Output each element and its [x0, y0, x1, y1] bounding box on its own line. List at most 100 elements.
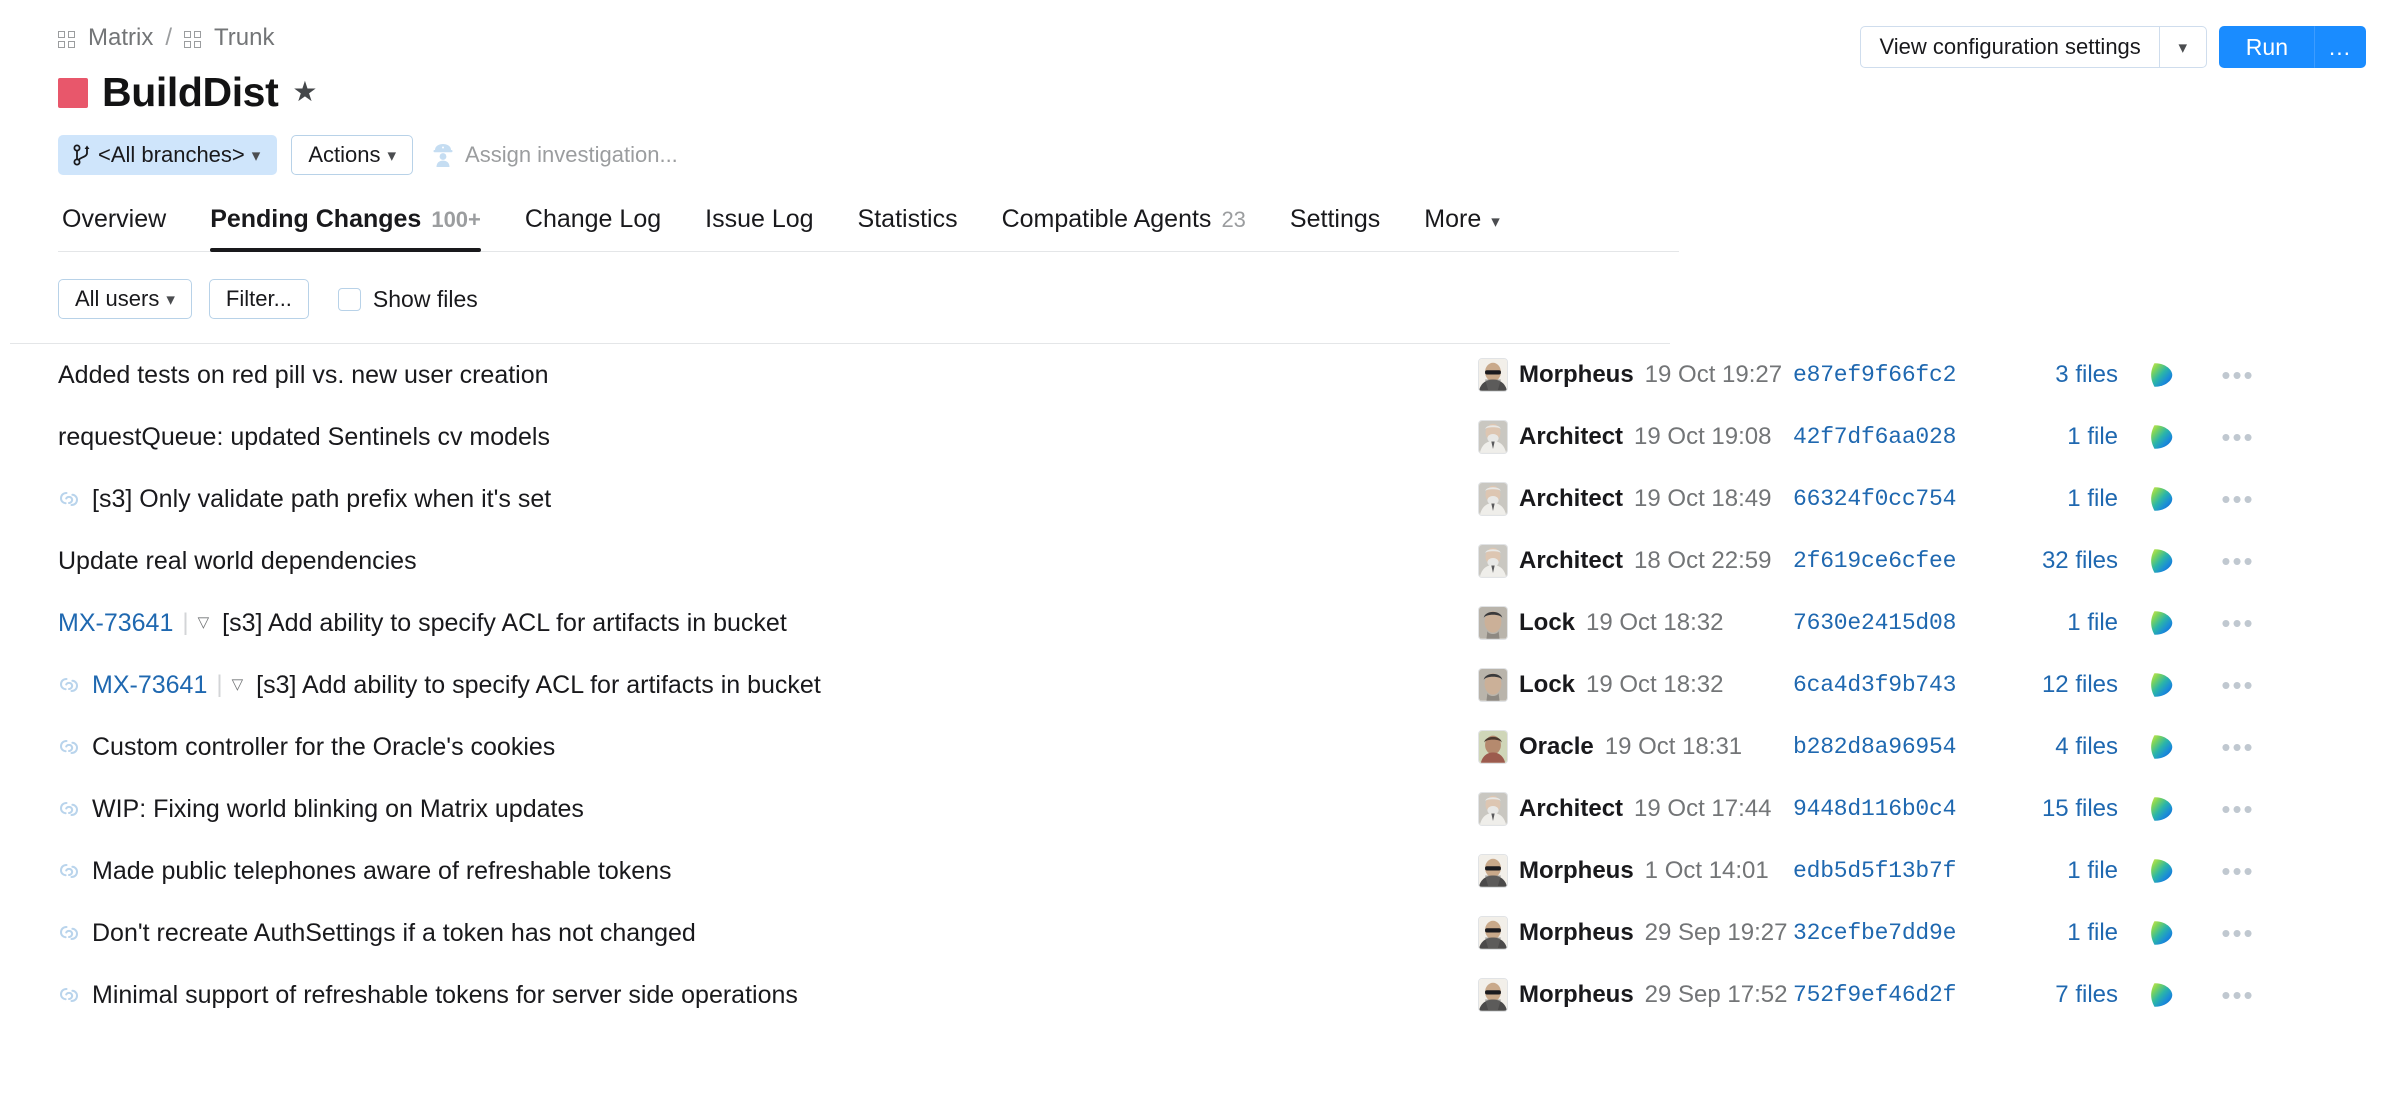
avatar [1478, 854, 1508, 888]
author-name: Architect [1519, 423, 1624, 450]
files-count-link[interactable]: 1 file [2067, 919, 2118, 946]
commit-hash-link[interactable]: 752f9ef46d2f [1793, 982, 1956, 1008]
filter-button[interactable]: Filter... [208, 279, 309, 319]
change-integration-cell[interactable] [2118, 422, 2203, 452]
favorite-star-icon[interactable]: ★ [292, 77, 317, 106]
all-users-filter-button[interactable]: All users ▾ [58, 279, 192, 319]
tab-pending-changes[interactable]: Pending Changes 100+ [188, 205, 503, 252]
row-overflow-menu-icon[interactable]: ••• [2221, 796, 2254, 822]
change-author-cell: Architect 18 Oct 22:59 [1478, 544, 1793, 578]
change-row[interactable]: Made public telephones aware of refresha… [0, 840, 2400, 902]
change-integration-cell[interactable] [2118, 546, 2203, 576]
issue-link[interactable]: MX-73641 [58, 609, 173, 638]
change-integration-cell[interactable] [2118, 794, 2203, 824]
files-count-link[interactable]: 4 files [2055, 733, 2118, 760]
files-count-link[interactable]: 1 file [2067, 423, 2118, 450]
commit-hash-link[interactable]: edb5d5f13b7f [1793, 858, 1956, 884]
branch-selector-button[interactable]: <All branches> ▾ [58, 135, 278, 175]
tab-issue-log[interactable]: Issue Log [683, 205, 835, 251]
assign-investigation-button[interactable]: Assign investigation... [431, 142, 678, 168]
change-integration-cell[interactable] [2118, 360, 2203, 390]
filter-toolbar: All users ▾ Filter... Show files [58, 279, 2400, 319]
commit-hash-link[interactable]: 9448d116b0c4 [1793, 796, 1956, 822]
commit-hash-link[interactable]: 42f7df6aa028 [1793, 424, 1956, 450]
row-overflow-menu-icon[interactable]: ••• [2221, 858, 2254, 884]
change-integration-cell[interactable] [2118, 856, 2203, 886]
row-overflow-menu-icon[interactable]: ••• [2221, 486, 2254, 512]
change-row-menu-cell: ••• [2203, 982, 2273, 1008]
change-author-cell: Morpheus 19 Oct 19:27 [1478, 358, 1793, 392]
tab-settings[interactable]: Settings [1268, 205, 1402, 251]
tab-more[interactable]: More ▾ [1402, 205, 1522, 251]
space-wedge-icon [2150, 487, 2172, 511]
commit-hash-link[interactable]: e87ef9f66fc2 [1793, 362, 1956, 388]
show-files-checkbox-wrapper[interactable]: Show files [337, 286, 478, 313]
change-description-cell: Made public telephones aware of refresha… [58, 857, 1478, 886]
files-count-link[interactable]: 1 file [2067, 857, 2118, 884]
row-overflow-menu-icon[interactable]: ••• [2221, 610, 2254, 636]
change-row[interactable]: Minimal support of refreshable tokens fo… [0, 964, 2400, 1026]
row-overflow-menu-icon[interactable]: ••• [2221, 672, 2254, 698]
tab-change-log[interactable]: Change Log [503, 205, 683, 251]
tab-label: Statistics [857, 205, 958, 233]
change-description-text: Don't recreate AuthSettings if a token h… [92, 918, 696, 947]
avatar [1478, 544, 1508, 578]
tab-compatible-agents[interactable]: Compatible Agents 23 [980, 205, 1268, 251]
row-overflow-menu-icon[interactable]: ••• [2221, 982, 2254, 1008]
row-overflow-menu-icon[interactable]: ••• [2221, 424, 2254, 450]
change-integration-cell[interactable] [2118, 608, 2203, 638]
commit-hash-link[interactable]: 66324f0cc754 [1793, 486, 1956, 512]
space-wedge-icon [2150, 673, 2172, 697]
files-count-link[interactable]: 32 files [2042, 547, 2118, 574]
change-row[interactable]: [s3] Only validate path prefix when it's… [0, 468, 2400, 530]
pending-changes-list: Added tests on red pill vs. new user cre… [0, 343, 2400, 1026]
change-row-menu-cell: ••• [2203, 796, 2273, 822]
change-row-menu-cell: ••• [2203, 858, 2273, 884]
change-integration-cell[interactable] [2118, 484, 2203, 514]
tab-label: Pending Changes [210, 205, 422, 233]
change-row[interactable]: MX-73641 | ▽ [s3] Add ability to specify AC… [0, 654, 2400, 716]
change-row-menu-cell: ••• [2203, 672, 2273, 698]
files-count-link[interactable]: 1 file [2067, 485, 2118, 512]
row-overflow-menu-icon[interactable]: ••• [2221, 920, 2254, 946]
change-row[interactable]: Don't recreate AuthSettings if a token h… [0, 902, 2400, 964]
change-row[interactable]: requestQueue: updated Sentinels cv model… [0, 406, 2400, 468]
files-count-link[interactable]: 7 files [2055, 981, 2118, 1008]
run-button[interactable]: Run [2218, 26, 2314, 68]
issue-dropdown-icon[interactable]: ▽ [232, 675, 244, 693]
files-count-link[interactable]: 12 files [2042, 671, 2118, 698]
row-overflow-menu-icon[interactable]: ••• [2221, 548, 2254, 574]
breadcrumb-root-link[interactable]: Matrix [88, 26, 153, 50]
breadcrumb-child-link[interactable]: Trunk [214, 26, 274, 50]
view-configuration-settings-button[interactable]: View configuration settings [1860, 26, 2159, 68]
issue-link[interactable]: MX-73641 [92, 671, 207, 700]
actions-button[interactable]: Actions ▾ [291, 135, 414, 175]
avatar [1478, 792, 1508, 826]
change-row[interactable]: Custom controller for the Oracle's cooki… [0, 716, 2400, 778]
run-options-button[interactable]: ... [2314, 26, 2366, 68]
commit-hash-link[interactable]: 6ca4d3f9b743 [1793, 672, 1956, 698]
tab-overview[interactable]: Overview [58, 205, 188, 251]
change-integration-cell[interactable] [2118, 980, 2203, 1010]
view-configuration-settings-dropdown[interactable]: ▾ [2158, 26, 2207, 68]
change-integration-cell[interactable] [2118, 732, 2203, 762]
change-row[interactable]: Update real world dependencies Architect 1… [0, 530, 2400, 592]
show-files-checkbox[interactable] [337, 287, 361, 311]
change-row[interactable]: MX-73641 | ▽ [s3] Add ability to specify AC… [0, 592, 2400, 654]
change-row[interactable]: WIP: Fixing world blinking on Matrix upd… [0, 778, 2400, 840]
files-count-link[interactable]: 15 files [2042, 795, 2118, 822]
issue-dropdown-icon[interactable]: ▽ [198, 613, 210, 631]
change-integration-cell[interactable] [2118, 670, 2203, 700]
files-count-link[interactable]: 3 files [2055, 361, 2118, 388]
commit-hash-link[interactable]: 32cefbe7dd9e [1793, 920, 1956, 946]
view-configuration-settings-label: View configuration settings [1879, 34, 2141, 59]
row-overflow-menu-icon[interactable]: ••• [2221, 734, 2254, 760]
commit-hash-link[interactable]: b282d8a96954 [1793, 734, 1956, 760]
change-integration-cell[interactable] [2118, 918, 2203, 948]
files-count-link[interactable]: 1 file [2067, 609, 2118, 636]
change-row[interactable]: Added tests on red pill vs. new user cre… [0, 344, 2400, 406]
commit-hash-link[interactable]: 7630e2415d08 [1793, 610, 1956, 636]
tab-statistics[interactable]: Statistics [836, 205, 980, 251]
row-overflow-menu-icon[interactable]: ••• [2221, 362, 2254, 388]
commit-hash-link[interactable]: 2f619ce6cfee [1793, 548, 1956, 574]
